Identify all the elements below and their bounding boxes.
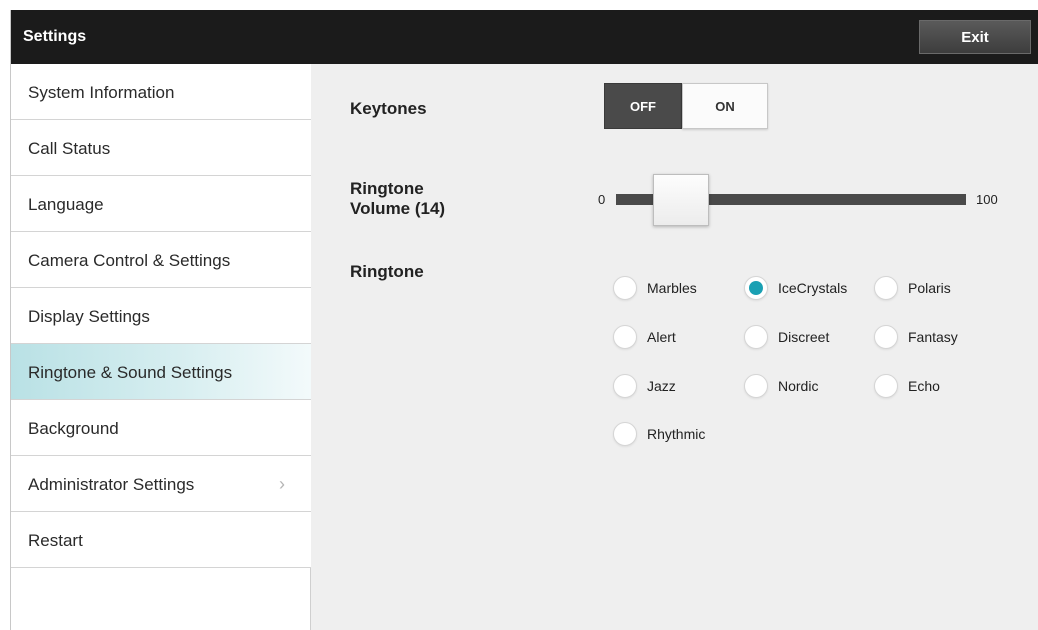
ringtone-option-label: Jazz [647,378,676,394]
keytones-toggle[interactable]: OFF ON [604,83,768,129]
sidebar-item-label: Camera Control & Settings [28,251,231,270]
sidebar-item-label: Language [28,195,104,214]
settings-window: Settings Exit System Information Call St… [10,10,1038,630]
ringtone-option-label: Alert [647,329,676,345]
sidebar-item-label: Call Status [28,139,111,158]
sidebar-item-label: Ringtone & Sound Settings [28,363,233,382]
sidebar-item-label: Administrator Settings [28,475,195,494]
volume-slider-thumb[interactable] [652,174,709,226]
ringtone-option-label: Fantasy [908,329,958,345]
ringtone-option-label: Echo [908,378,940,394]
ringtone-option-label: Rhythmic [647,426,706,442]
sidebar-item-ringtone-sound[interactable]: Ringtone & Sound Settings [11,344,311,400]
radio-button[interactable] [613,276,637,300]
ringtone-volume-label-line2: Volume (14) [350,199,446,218]
top-bar: Settings Exit [11,10,1038,64]
exit-button[interactable]: Exit [919,20,1031,54]
ringtone-option-label: IceCrystals [778,280,848,296]
sidebar: System Information Call Status Language … [11,64,311,630]
keytones-label: Keytones [350,99,427,118]
sidebar-item-background[interactable]: Background [11,400,311,456]
radio-button[interactable] [874,374,898,398]
ringtone-option-label: Marbles [647,280,697,296]
volume-min-label: 0 [598,192,606,207]
radio-button[interactable] [613,374,637,398]
ringtone-volume-label-line1: Ringtone [350,179,424,198]
ringtone-option-label: Polaris [908,280,951,296]
sidebar-item-system-information[interactable]: System Information [11,64,311,120]
app-title: Settings [23,28,87,45]
radio-button[interactable] [874,325,898,349]
sidebar-item-language[interactable]: Language [11,176,311,232]
keytones-on-button[interactable]: ON [682,83,768,129]
sidebar-item-label: System Information [28,83,175,102]
radio-button[interactable] [613,325,637,349]
ringtone-label: Ringtone [350,262,424,281]
sidebar-item-display-settings[interactable]: Display Settings [11,288,311,344]
sidebar-item-administrator-settings[interactable]: Administrator Settings › [11,456,311,512]
ringtone-option-label: Discreet [778,329,830,345]
keytones-off-button[interactable]: OFF [604,83,682,129]
chevron-right-icon: › [279,474,285,494]
radio-button[interactable] [744,374,768,398]
radio-button[interactable] [874,276,898,300]
sidebar-item-label: Restart [28,531,83,550]
volume-max-label: 100 [976,192,998,207]
radio-button[interactable] [744,325,768,349]
sidebar-item-restart[interactable]: Restart [11,512,311,568]
settings-content: Keytones OFF ON Ringtone Volume (14) 0 1… [312,64,1038,630]
sidebar-item-label: Display Settings [28,307,150,326]
sidebar-item-label: Background [28,419,119,438]
ringtone-volume-label: Ringtone Volume (14) [350,179,445,219]
sidebar-item-call-status[interactable]: Call Status [11,120,311,176]
radio-button[interactable] [744,276,768,300]
sidebar-item-camera-control[interactable]: Camera Control & Settings [11,232,311,288]
ringtone-option-label: Nordic [778,378,819,394]
radio-button[interactable] [613,422,637,446]
